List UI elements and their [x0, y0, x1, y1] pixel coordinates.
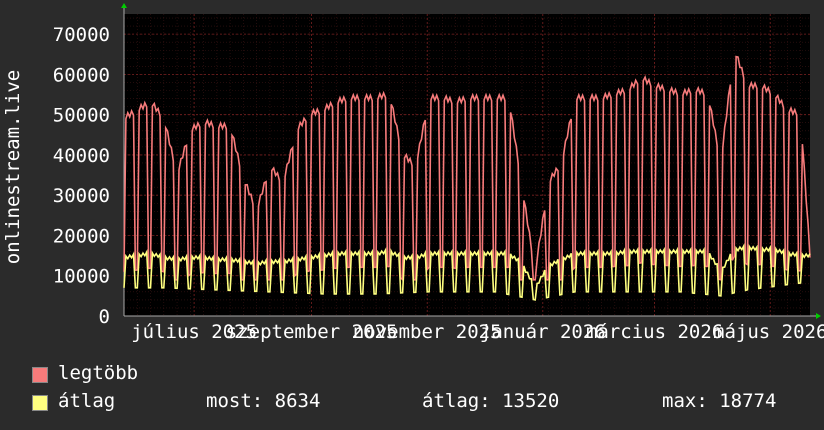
y-tick-label: 20000 — [53, 225, 110, 247]
y-tick-label: 40000 — [53, 145, 110, 167]
legend-label-max: legtöbb — [58, 362, 139, 384]
legend-avg-value: átlag: 13520 — [422, 390, 560, 412]
y-tick-label: 60000 — [53, 64, 110, 86]
y-axis-title: onlinestream.live — [2, 70, 24, 264]
x-axis-arrow — [816, 313, 821, 319]
legend-label-avg: átlag — [58, 390, 116, 412]
legend-now-value: most: 8634 — [206, 390, 321, 412]
y-tick-label: 10000 — [53, 266, 110, 288]
legend-swatch-avg — [32, 395, 48, 411]
legend-swatch-max — [32, 367, 48, 383]
y-tick-label: 30000 — [53, 185, 110, 207]
x-tick-label: március 2026 — [586, 321, 723, 343]
y-tick-label: 0 — [99, 306, 110, 328]
y-tick-label: 50000 — [53, 105, 110, 127]
x-tick-label: május 2026 — [713, 321, 824, 343]
y-axis-arrow — [121, 3, 127, 8]
legend-max-value: max: 18774 — [662, 390, 777, 412]
y-tick-label: 70000 — [53, 24, 110, 46]
